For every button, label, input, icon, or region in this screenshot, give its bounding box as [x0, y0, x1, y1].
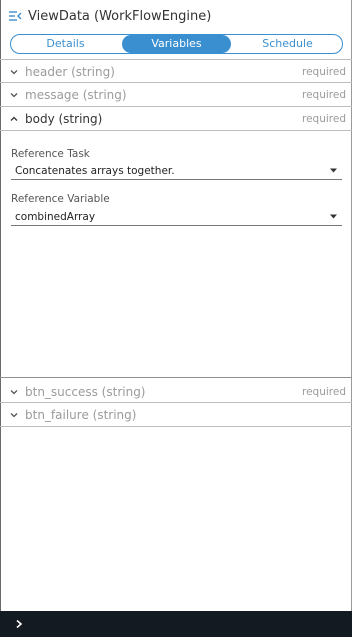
chevron-down-icon: [10, 70, 18, 75]
variable-row-header[interactable]: header (string) required: [0, 60, 352, 84]
required-badge: required: [302, 386, 346, 398]
variable-row-btn-failure[interactable]: btn_failure (string): [0, 403, 352, 427]
required-badge: required: [302, 66, 346, 78]
variable-label: body (string): [25, 112, 103, 126]
chevron-up-icon: [10, 116, 18, 121]
dropdown-arrow-icon: [330, 214, 337, 219]
divider: [0, 377, 352, 378]
tab-details[interactable]: Details: [11, 35, 120, 53]
chevron-down-icon: [10, 93, 18, 98]
bottom-bar: [0, 611, 352, 637]
variable-label: btn_success (string): [25, 385, 146, 399]
reference-variable-label: Reference Variable: [11, 193, 110, 205]
chevron-down-icon: [10, 390, 18, 395]
tab-bar: Details Variables Schedule: [10, 34, 343, 54]
variable-label: message (string): [25, 88, 127, 102]
collapse-menu-icon[interactable]: [8, 9, 22, 23]
chevron-down-icon: [10, 413, 18, 418]
required-badge: required: [302, 89, 346, 101]
reference-task-value: Concatenates arrays together.: [15, 164, 175, 177]
variable-row-body[interactable]: body (string) required: [0, 107, 352, 131]
divider: [0, 130, 352, 131]
panel-header: ViewData (WorkFlowEngine): [0, 0, 352, 32]
reference-variable-select[interactable]: combinedArray: [11, 208, 342, 226]
chevron-right-icon[interactable]: [14, 619, 24, 629]
variable-label: btn_failure (string): [25, 408, 137, 422]
variable-row-btn-success[interactable]: btn_success (string) required: [0, 380, 352, 404]
variable-label: header (string): [25, 65, 115, 79]
reference-variable-value: combinedArray: [15, 210, 96, 223]
reference-task-select[interactable]: Concatenates arrays together.: [11, 162, 342, 180]
page-title: ViewData (WorkFlowEngine): [28, 8, 212, 24]
tab-variables[interactable]: Variables: [122, 35, 231, 53]
tab-schedule[interactable]: Schedule: [233, 35, 342, 53]
reference-task-label: Reference Task: [11, 148, 90, 160]
required-badge: required: [302, 113, 346, 125]
variable-row-message[interactable]: message (string) required: [0, 83, 352, 107]
dropdown-arrow-icon: [330, 168, 337, 173]
divider: [0, 426, 352, 427]
